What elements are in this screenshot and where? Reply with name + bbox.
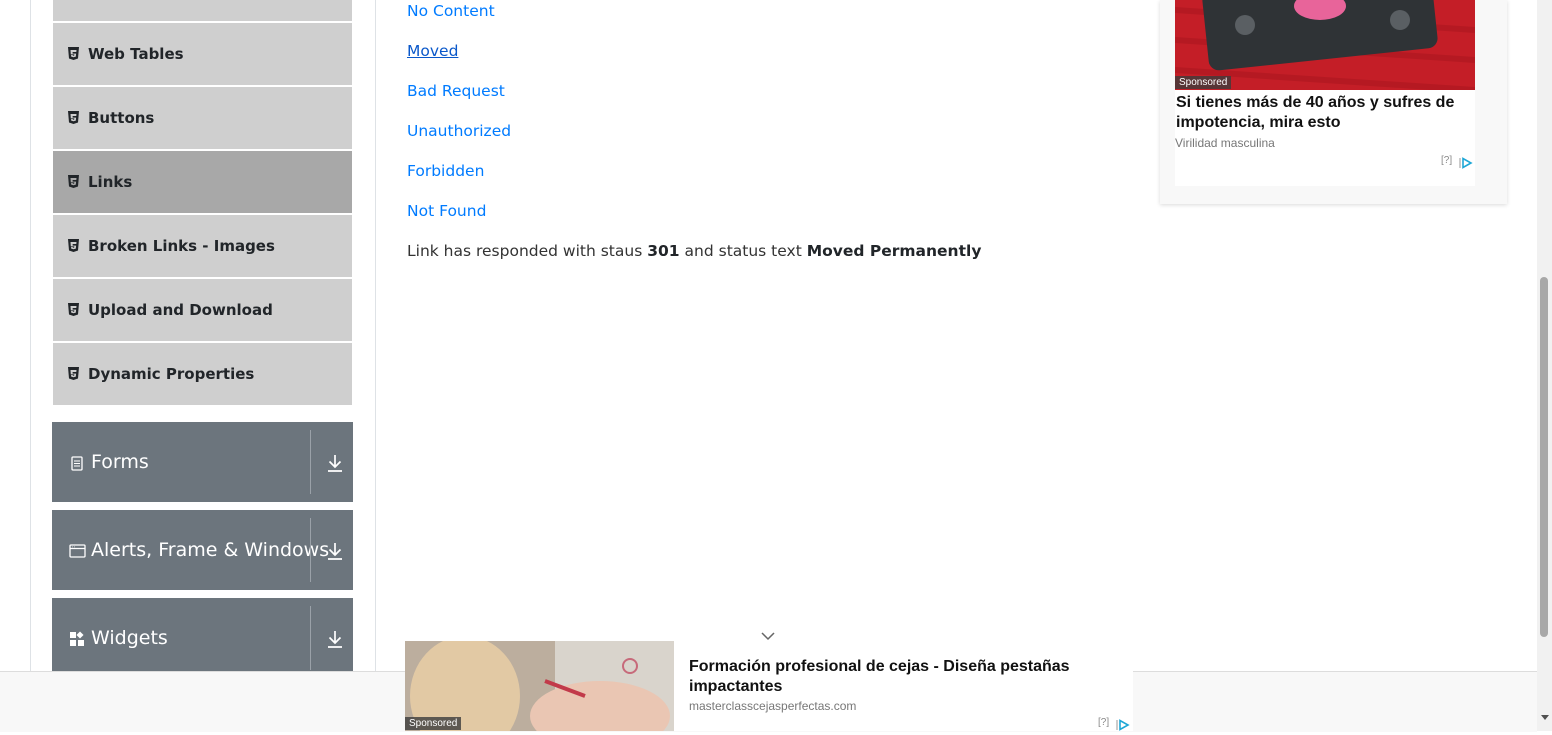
ad-image[interactable]: Sponsored: [405, 641, 674, 731]
sidebar-item-web-tables[interactable]: Web Tables: [52, 22, 353, 86]
html5-icon: [67, 239, 80, 253]
sidebar-item-links[interactable]: Links: [52, 150, 353, 214]
vertical-scrollbar[interactable]: [1537, 0, 1552, 731]
response-status-text: Moved Permanently: [806, 242, 982, 260]
link-response-message: Link has responded with staus 301 and st…: [407, 242, 982, 260]
group-divider: [310, 430, 311, 494]
ad-sponsored-label: Sponsored: [405, 717, 462, 730]
group-label: Alerts, Frame & Windows: [91, 539, 330, 561]
link-bad-request[interactable]: Bad Request: [407, 82, 505, 100]
sidebar-item-label: Broken Links - Images: [88, 237, 275, 255]
sidebar-item-label: Links: [88, 173, 133, 191]
response-status-code: 301: [647, 242, 680, 260]
link-unauthorized[interactable]: Unauthorized: [407, 122, 511, 140]
ad-title[interactable]: Si tienes más de 40 años y sufres de imp…: [1176, 93, 1471, 133]
ad-source[interactable]: Virilidad masculina: [1175, 136, 1275, 150]
sidebar-item-dynamic-properties[interactable]: Dynamic Properties: [52, 342, 353, 406]
window-icon: [69, 542, 86, 558]
sidebar-item-label: Dynamic Properties: [88, 365, 255, 383]
ad-choices-label[interactable]: [?]: [1441, 155, 1452, 166]
download-arrow-icon[interactable]: [326, 453, 344, 473]
sidebar-item-broken-links[interactable]: Broken Links - Images: [52, 214, 353, 278]
ad-image[interactable]: Sponsored: [1175, 0, 1475, 90]
html5-icon: [67, 367, 80, 381]
html5-icon: [67, 303, 80, 317]
html5-icon: [67, 47, 80, 61]
scroll-down-arrow-icon[interactable]: [1541, 715, 1549, 720]
download-arrow-icon[interactable]: [326, 629, 344, 649]
scrollbar-thumb[interactable]: [1540, 277, 1548, 637]
sidebar-item-upload-download[interactable]: Upload and Download: [52, 278, 353, 342]
group-label: Forms: [91, 451, 149, 473]
sidebar-divider: [375, 0, 376, 731]
sidebar-item-buttons[interactable]: Buttons: [52, 86, 353, 150]
sidebar-item-previous[interactable]: [52, 0, 353, 22]
group-header-widgets[interactable]: Widgets: [52, 598, 353, 678]
group-header-alerts-frame-windows[interactable]: Alerts, Frame & Windows: [52, 510, 353, 590]
ad-source[interactable]: masterclasscejasperfectas.com: [689, 699, 856, 713]
sidebar-item-label: Buttons: [88, 109, 155, 127]
ad-card[interactable]: Si tienes más de 40 años y sufres de imp…: [1175, 90, 1475, 186]
ad-sponsored-label: Sponsored: [1175, 76, 1232, 89]
group-header-forms[interactable]: Forms: [52, 422, 353, 502]
link-no-content[interactable]: No Content: [407, 2, 495, 20]
widgets-icon: [69, 630, 85, 646]
chevron-down-icon[interactable]: [760, 627, 776, 641]
link-forbidden[interactable]: Forbidden: [407, 162, 484, 180]
group-divider: [310, 606, 311, 670]
html5-icon: [67, 175, 80, 189]
sponsored-ad-bottom[interactable]: Sponsored Formación profesional de cejas…: [405, 641, 1133, 731]
sponsored-ad-right[interactable]: Sponsored Si tienes más de 40 años y suf…: [1160, 0, 1507, 204]
adchoices-icon[interactable]: [1116, 716, 1130, 735]
link-not-found[interactable]: Not Found: [407, 202, 486, 220]
ad-choices-label[interactable]: [?]: [1098, 717, 1109, 728]
html5-icon: [67, 111, 80, 125]
adchoices-icon[interactable]: [1459, 154, 1473, 173]
link-moved[interactable]: Moved: [407, 42, 458, 60]
sidebar-item-label: Web Tables: [88, 45, 184, 63]
page-left-border: [30, 0, 31, 731]
download-arrow-icon[interactable]: [326, 541, 344, 561]
group-divider: [310, 518, 311, 582]
group-label: Widgets: [91, 627, 168, 649]
sidebar-item-label: Upload and Download: [88, 301, 273, 319]
ad-title[interactable]: Formación profesional de cejas - Diseña …: [689, 657, 1089, 697]
form-icon: [69, 454, 85, 471]
